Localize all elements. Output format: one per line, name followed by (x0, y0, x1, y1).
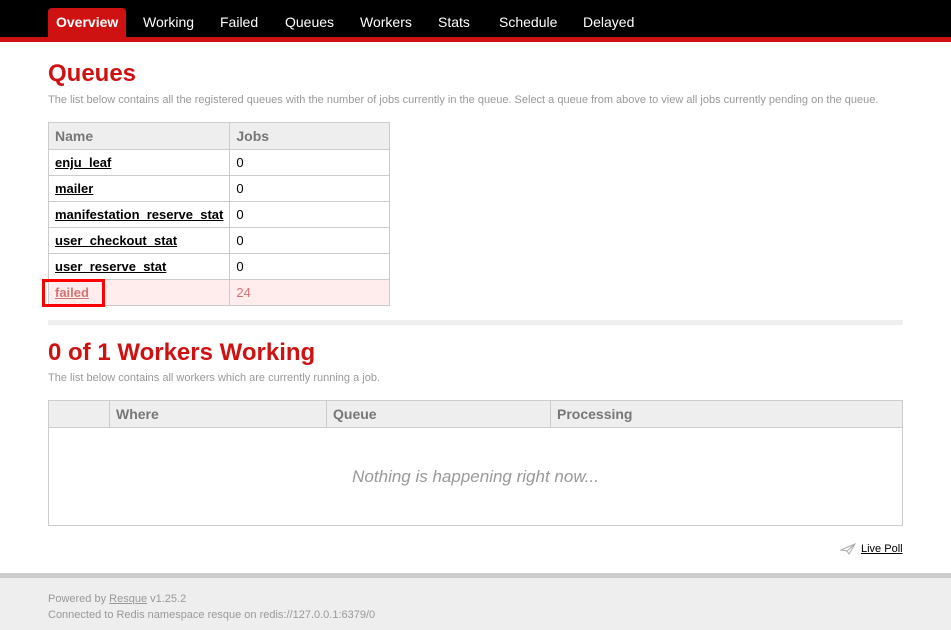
highlight-box (42, 279, 105, 307)
tab-queues[interactable]: Queues (277, 8, 342, 37)
footer: Powered by Resque v1.25.2 Connected to R… (0, 573, 951, 630)
tab-overview[interactable]: Overview (48, 8, 127, 37)
job-count: 24 (229, 279, 390, 306)
workers-table: Where Queue Processing Nothing is happenin… (48, 400, 903, 526)
queue-link[interactable]: user_reserve_stat (55, 259, 166, 274)
col-where: Where (109, 400, 327, 428)
col-jobs: Jobs (229, 122, 390, 150)
tab-schedule[interactable]: Schedule (491, 8, 565, 37)
powered-by: Powered by (48, 593, 110, 605)
col-status (48, 400, 110, 428)
queues-title: Queues (48, 60, 137, 87)
job-count: 0 (229, 227, 390, 254)
table-row: mailer 0 (47, 175, 390, 202)
tab-stats[interactable]: Stats (430, 8, 478, 37)
live-poll: Live Poll (839, 543, 903, 556)
queue-link[interactable]: manifestation_reserve_stat (55, 207, 223, 222)
job-count: 0 (229, 201, 390, 228)
tab-failed[interactable]: Failed (212, 8, 266, 37)
tab-working[interactable]: Working (135, 8, 202, 37)
queue-link[interactable]: user_checkout_stat (55, 233, 177, 248)
job-count: 0 (229, 175, 390, 202)
redis-connection: Connected to Redis namespace resque on r… (48, 609, 376, 621)
table-row: manifestation_reserve_stat 0 (47, 201, 390, 228)
table-row: enju_leaf 0 (47, 149, 390, 176)
tab-delayed[interactable]: Delayed (575, 8, 642, 37)
table-row: user_reserve_stat 0 (47, 253, 390, 280)
section-divider (48, 320, 903, 325)
tab-workers[interactable]: Workers (352, 8, 420, 37)
job-count: 0 (229, 253, 390, 280)
col-processing: Processing (550, 400, 903, 428)
job-count: 0 (229, 149, 390, 176)
paper-plane-icon (839, 543, 857, 556)
workers-description: The list below contains all workers whic… (48, 372, 380, 384)
col-queue: Queue (326, 400, 551, 428)
queue-link[interactable]: enju_leaf (55, 155, 111, 170)
live-poll-link[interactable]: Live Poll (861, 543, 903, 555)
workers-title: 0 of 1 Workers Working (48, 339, 316, 366)
queues-description: The list below contains all the register… (48, 94, 879, 106)
col-name: Name (47, 122, 231, 150)
version: v1.25.2 (147, 593, 187, 605)
empty-message: Nothing is happening right now... (48, 427, 903, 526)
queue-link[interactable]: mailer (55, 181, 93, 196)
resque-link[interactable]: Resque (109, 593, 147, 605)
table-row: user_checkout_stat 0 (47, 227, 390, 254)
top-nav: Overview Working Failed Queues Workers S… (0, 0, 951, 42)
